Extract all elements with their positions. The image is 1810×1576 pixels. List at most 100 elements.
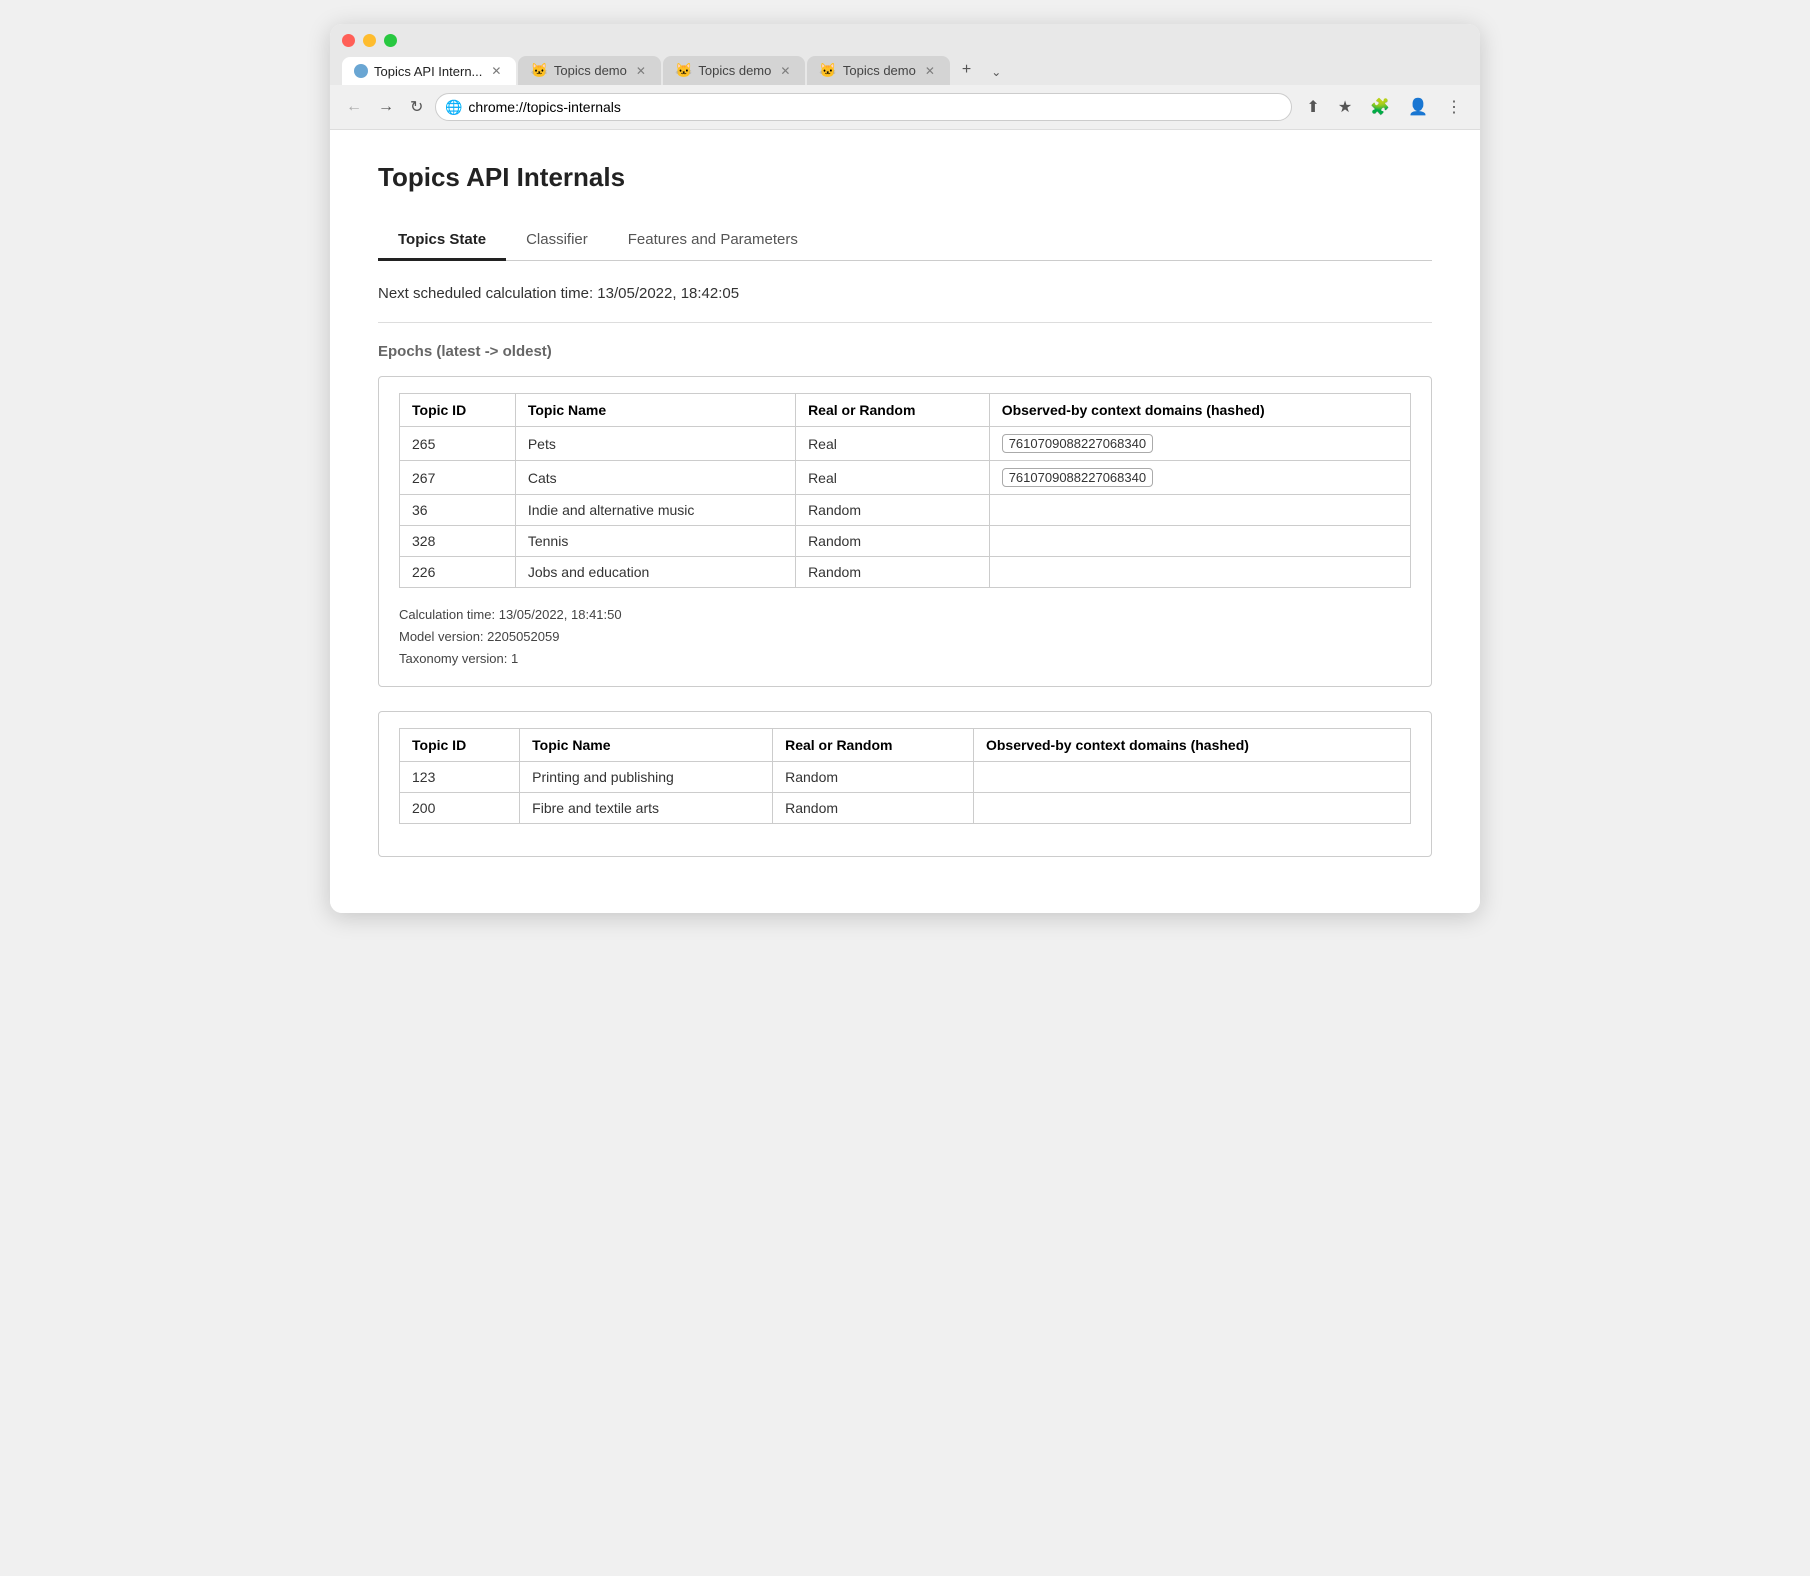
epoch-table-2: Topic ID Topic Name Real or Random Obser…: [399, 728, 1411, 824]
cell-topic-name: Jobs and education: [515, 557, 795, 588]
title-bar: Topics API Intern... ✕ 🐱 Topics demo ✕ 🐱…: [330, 24, 1480, 85]
share-icon[interactable]: ⬆: [1300, 93, 1325, 121]
browser-tab-internals[interactable]: Topics API Intern... ✕: [342, 57, 516, 85]
cell-real-random: Real: [796, 461, 990, 495]
col2-topic-id: Topic ID: [400, 729, 520, 762]
tab-topics-state[interactable]: Topics State: [378, 221, 506, 261]
address-wrapper: 🌐: [435, 93, 1292, 121]
tab-close-icon-1[interactable]: ✕: [633, 63, 649, 79]
tab-classifier[interactable]: Classifier: [506, 221, 608, 261]
tab-close-icon[interactable]: ✕: [488, 63, 504, 79]
cell-domains: [989, 495, 1410, 526]
cell-domains: 7610709088227068340: [989, 427, 1410, 461]
cell-real-random: Random: [796, 557, 990, 588]
content-tabs: Topics State Classifier Features and Par…: [378, 221, 1432, 261]
page-title: Topics API Internals: [378, 162, 1432, 193]
tab-classifier-label: Classifier: [526, 231, 588, 248]
next-calculation: Next scheduled calculation time: 13/05/2…: [378, 285, 1432, 302]
col-topic-id: Topic ID: [400, 394, 516, 427]
cell-domains: [973, 762, 1410, 793]
page-content: Topics API Internals Topics State Classi…: [330, 130, 1480, 913]
domain-badge: 7610709088227068340: [1002, 434, 1153, 453]
cell-domains: [973, 793, 1410, 824]
model-version: Model version: 2205052059: [399, 626, 1411, 648]
profile-icon[interactable]: 👤: [1402, 93, 1434, 121]
taxonomy-version: Taxonomy version: 1: [399, 648, 1411, 670]
epoch-meta-1: Calculation time: 13/05/2022, 18:41:50 M…: [399, 604, 1411, 670]
new-tab-icon: +: [962, 61, 971, 79]
cell-real-random: Random: [796, 526, 990, 557]
tab-bar: Topics API Intern... ✕ 🐱 Topics demo ✕ 🐱…: [342, 55, 1468, 85]
more-tabs-icon: ⌄: [991, 65, 1001, 79]
table-row: 123Printing and publishingRandom: [400, 762, 1411, 793]
cell-topic-id: 36: [400, 495, 516, 526]
cell-topic-id: 267: [400, 461, 516, 495]
tab-label: Topics API Intern...: [374, 64, 482, 79]
epochs-heading: Epochs (latest -> oldest): [378, 343, 1432, 360]
divider: [378, 322, 1432, 323]
address-bar: ← → ↻ 🌐 ⬆ ★ 🧩 👤 ⋮: [330, 85, 1480, 130]
table-row: 200Fibre and textile artsRandom: [400, 793, 1411, 824]
col2-real-random: Real or Random: [773, 729, 974, 762]
cell-topic-id: 123: [400, 762, 520, 793]
tab-close-icon-2[interactable]: ✕: [777, 63, 793, 79]
extensions-icon[interactable]: 🧩: [1364, 93, 1396, 121]
tab-close-icon-3[interactable]: ✕: [922, 63, 938, 79]
cell-topic-id: 200: [400, 793, 520, 824]
col-domains: Observed-by context domains (hashed): [989, 394, 1410, 427]
tab-label-demo1: Topics demo: [554, 63, 627, 78]
cell-topic-name: Cats: [515, 461, 795, 495]
table-row: 226Jobs and educationRandom: [400, 557, 1411, 588]
globe-icon: [354, 64, 368, 78]
browser-tab-demo2[interactable]: 🐱 Topics demo ✕: [663, 56, 805, 85]
browser-tab-demo3[interactable]: 🐱 Topics demo ✕: [807, 56, 949, 85]
browser-window: Topics API Intern... ✕ 🐱 Topics demo ✕ 🐱…: [330, 24, 1480, 913]
tab-label-demo3: Topics demo: [843, 63, 916, 78]
cell-topic-name: Indie and alternative music: [515, 495, 795, 526]
cell-real-random: Random: [773, 762, 974, 793]
epoch-block-1: Topic ID Topic Name Real or Random Obser…: [378, 376, 1432, 687]
reload-button[interactable]: ↻: [406, 93, 427, 121]
cell-topic-name: Tennis: [515, 526, 795, 557]
calc-time: Calculation time: 13/05/2022, 18:41:50: [399, 604, 1411, 626]
close-button[interactable]: [342, 34, 355, 47]
cell-topic-name: Printing and publishing: [520, 762, 773, 793]
back-button[interactable]: ←: [342, 94, 366, 120]
table-row: 267CatsReal 7610709088227068340: [400, 461, 1411, 495]
tab-features-params[interactable]: Features and Parameters: [608, 221, 818, 261]
cat-icon-3: 🐱: [819, 62, 836, 79]
cell-real-random: Random: [796, 495, 990, 526]
bookmark-icon[interactable]: ★: [1332, 93, 1358, 121]
domain-badge: 7610709088227068340: [1002, 468, 1153, 487]
table-row: 36Indie and alternative musicRandom: [400, 495, 1411, 526]
epoch-block-2: Topic ID Topic Name Real or Random Obser…: [378, 711, 1432, 857]
more-tabs-button[interactable]: ⌄: [983, 59, 1009, 85]
epoch-table-1: Topic ID Topic Name Real or Random Obser…: [399, 393, 1411, 588]
cell-real-random: Random: [773, 793, 974, 824]
cell-topic-id: 328: [400, 526, 516, 557]
tab-features-params-label: Features and Parameters: [628, 231, 798, 248]
minimize-button[interactable]: [363, 34, 376, 47]
cell-topic-id: 265: [400, 427, 516, 461]
address-globe-icon: 🌐: [445, 99, 462, 116]
forward-button[interactable]: →: [374, 94, 398, 120]
cat-icon-2: 🐱: [675, 62, 692, 79]
new-tab-button[interactable]: +: [952, 55, 981, 85]
toolbar-icons: ⬆ ★ 🧩 👤 ⋮: [1300, 93, 1468, 121]
tab-label-demo2: Topics demo: [698, 63, 771, 78]
table-header-row: Topic ID Topic Name Real or Random Obser…: [400, 394, 1411, 427]
cell-topic-name: Fibre and textile arts: [520, 793, 773, 824]
table-row: 265PetsReal 7610709088227068340: [400, 427, 1411, 461]
cell-real-random: Real: [796, 427, 990, 461]
menu-icon[interactable]: ⋮: [1440, 93, 1468, 121]
browser-tab-demo1[interactable]: 🐱 Topics demo ✕: [518, 56, 660, 85]
col-real-random: Real or Random: [796, 394, 990, 427]
cell-topic-name: Pets: [515, 427, 795, 461]
maximize-button[interactable]: [384, 34, 397, 47]
cell-domains: 7610709088227068340: [989, 461, 1410, 495]
window-controls: [342, 34, 1468, 47]
col2-domains: Observed-by context domains (hashed): [973, 729, 1410, 762]
cat-icon-1: 🐱: [530, 62, 547, 79]
address-input[interactable]: [435, 93, 1292, 121]
col2-topic-name: Topic Name: [520, 729, 773, 762]
